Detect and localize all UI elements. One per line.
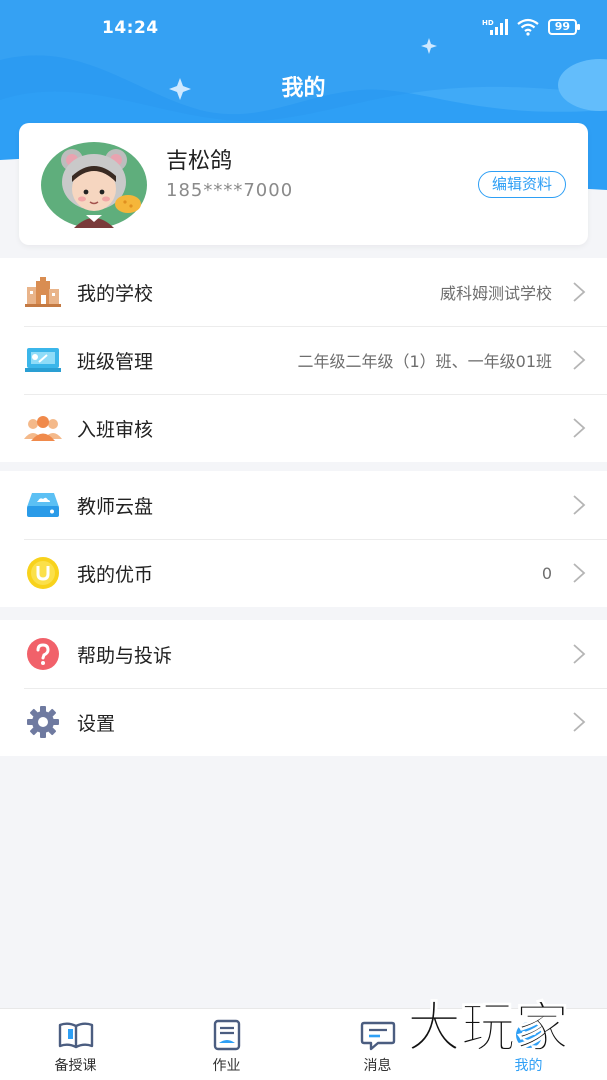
chevron-right-icon	[573, 563, 586, 583]
menu-item-label: 我的优币	[77, 563, 154, 586]
menu-item-value: 威科姆测试学校	[439, 284, 552, 303]
coin-icon	[24, 554, 62, 592]
menu-item-value: 二年级二年级（1）班、一年级01班	[297, 352, 552, 371]
user-name: 吉松鸽	[166, 149, 233, 174]
menu-group-school: 我的学校 威科姆测试学校 班级管理 二年级二年级（1）班、一年级01班 入班审核	[0, 258, 607, 462]
chevron-right-icon	[573, 418, 586, 438]
signal-icon: HD	[482, 19, 508, 35]
watermark-logo: 大玩家	[407, 996, 570, 1060]
class-board-icon	[24, 341, 62, 379]
tab-label: 备授课	[54, 1058, 97, 1074]
status-icons: HD 99	[482, 18, 581, 36]
menu-item-join-review[interactable]: 入班审核	[0, 394, 607, 462]
edit-profile-button[interactable]: 编辑资料	[477, 171, 566, 198]
menu-group-support: 帮助与投诉 设置	[0, 620, 607, 756]
book-icon	[58, 1022, 94, 1049]
menu-item-label: 帮助与投诉	[77, 644, 173, 667]
chevron-right-icon	[573, 712, 586, 732]
watermark-text: 大玩家	[407, 996, 569, 1059]
avatar[interactable]	[41, 142, 147, 228]
people-icon	[24, 409, 62, 447]
menu-item-my-school[interactable]: 我的学校 威科姆测试学校	[0, 258, 607, 326]
help-icon	[24, 635, 62, 673]
cloud-drive-icon	[24, 486, 62, 524]
menu-item-label: 班级管理	[77, 350, 154, 373]
homework-icon	[213, 1019, 241, 1051]
tab-lessons[interactable]: 备授课	[0, 1009, 151, 1080]
status-time: 14:24	[102, 18, 159, 38]
menu-group-resources: 教师云盘 我的优币 0	[0, 471, 607, 607]
menu-item-my-coins[interactable]: 我的优币 0	[0, 539, 607, 607]
menu-item-label: 我的学校	[77, 282, 154, 305]
tab-label: 作业	[212, 1058, 241, 1074]
status-bar: 14:24 HD 99	[0, 16, 607, 42]
menu-item-label: 入班审核	[77, 418, 154, 441]
menu-item-label: 设置	[77, 712, 116, 735]
chevron-right-icon	[573, 644, 586, 664]
wifi-icon	[517, 18, 539, 36]
menu-item-help[interactable]: 帮助与投诉	[0, 620, 607, 688]
profile-card[interactable]: 吉松鸽 185****7000 编辑资料	[19, 123, 588, 245]
page-title: 我的	[281, 76, 326, 101]
menu-item-cloud-drive[interactable]: 教师云盘	[0, 471, 607, 539]
tab-homework[interactable]: 作业	[151, 1009, 302, 1080]
message-icon	[360, 1021, 396, 1051]
chevron-right-icon	[573, 495, 586, 515]
menu-item-settings[interactable]: 设置	[0, 688, 607, 756]
battery-icon: 99	[547, 19, 581, 35]
menu-item-value: 0	[541, 563, 552, 583]
user-phone: 185****7000	[166, 180, 294, 201]
school-icon	[24, 273, 62, 311]
menu-item-class-management[interactable]: 班级管理 二年级二年级（1）班、一年级01班	[0, 326, 607, 394]
hd-label: HD	[482, 19, 494, 27]
menu-item-label: 教师云盘	[77, 495, 154, 518]
gear-icon	[24, 703, 62, 741]
chevron-right-icon	[573, 350, 586, 370]
chevron-right-icon	[573, 282, 586, 302]
